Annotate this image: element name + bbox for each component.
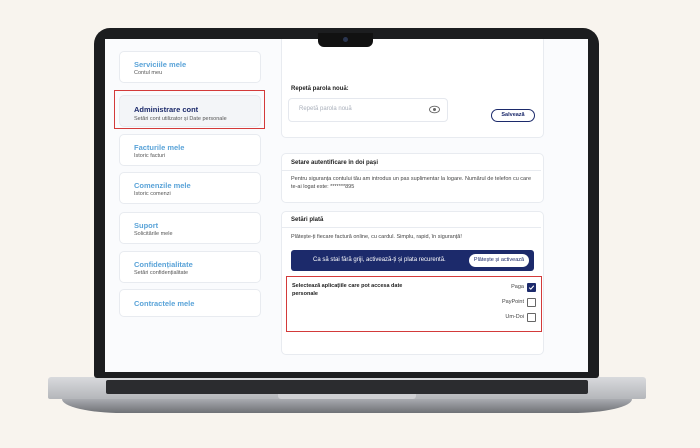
two-factor-divider bbox=[282, 170, 541, 171]
sidebar-item-title: Confidențialitate bbox=[134, 260, 193, 269]
sidebar-item-subtitle: Istoric comenzi bbox=[134, 191, 171, 197]
payment-description: Plătește-ți fiecare factură online, cu c… bbox=[291, 234, 462, 240]
repeat-password-input[interactable]: Repetă parola nouă bbox=[288, 98, 448, 122]
sidebar-item-subtitle: Contul meu bbox=[134, 70, 163, 76]
sidebar-item-title: Facturile mele bbox=[134, 143, 185, 152]
laptop-screen: Serviciile mele Contul meu Administrare … bbox=[105, 39, 588, 372]
pay-and-activate-button[interactable]: Plătește și activează bbox=[469, 254, 529, 267]
sidebar-item-invoices[interactable]: Facturile mele Istoric facturi bbox=[119, 134, 261, 166]
highlight-box-apps bbox=[286, 276, 542, 332]
sidebar-item-title: Contractele mele bbox=[134, 299, 195, 308]
payment-divider bbox=[282, 227, 541, 228]
sidebar-item-privacy[interactable]: Confidențialitate Setări confidențialita… bbox=[119, 251, 261, 283]
sidebar-item-contracts[interactable]: Contractele mele bbox=[119, 289, 261, 317]
camera-icon bbox=[343, 37, 348, 42]
repeat-password-placeholder: Repetă parola nouă bbox=[299, 106, 352, 112]
sidebar-item-subtitle: Solicitările mele bbox=[134, 231, 173, 237]
sidebar-item-title: Comenzile mele bbox=[134, 181, 191, 190]
repeat-password-label: Repetă parola nouă: bbox=[291, 86, 349, 92]
sidebar-item-support[interactable]: Suport Solicitările mele bbox=[119, 212, 261, 244]
save-button[interactable]: Salvează bbox=[491, 109, 535, 122]
sidebar-item-subtitle: Setări confidențialitate bbox=[134, 270, 189, 276]
camera-notch bbox=[318, 33, 373, 47]
sidebar-item-title: Suport bbox=[134, 221, 159, 230]
sidebar-item-subtitle: Istoric facturi bbox=[134, 153, 166, 159]
eye-icon[interactable] bbox=[429, 105, 440, 114]
two-factor-title: Setare autentificare în doi pași bbox=[291, 160, 379, 166]
sidebar-item-title: Serviciile mele bbox=[134, 60, 187, 69]
sidebar-item-services[interactable]: Serviciile mele Contul meu bbox=[119, 51, 261, 83]
laptop-keyboard bbox=[106, 380, 588, 394]
two-factor-description: Pentru siguranța contului tău am introdu… bbox=[291, 176, 531, 190]
sidebar-item-orders[interactable]: Comenzile mele Istoric comenzi bbox=[119, 172, 261, 204]
recurring-payment-banner: Ca să stai fără griji, activează-ți și p… bbox=[291, 250, 534, 271]
highlight-box-sidebar bbox=[114, 90, 265, 129]
laptop-base-top bbox=[48, 377, 646, 399]
laptop-base-bottom bbox=[62, 399, 632, 413]
banner-text: Ca să stai fără griji, activează-ți și p… bbox=[313, 257, 446, 263]
laptop-base bbox=[48, 377, 646, 417]
payment-title: Setări plată bbox=[291, 217, 324, 223]
